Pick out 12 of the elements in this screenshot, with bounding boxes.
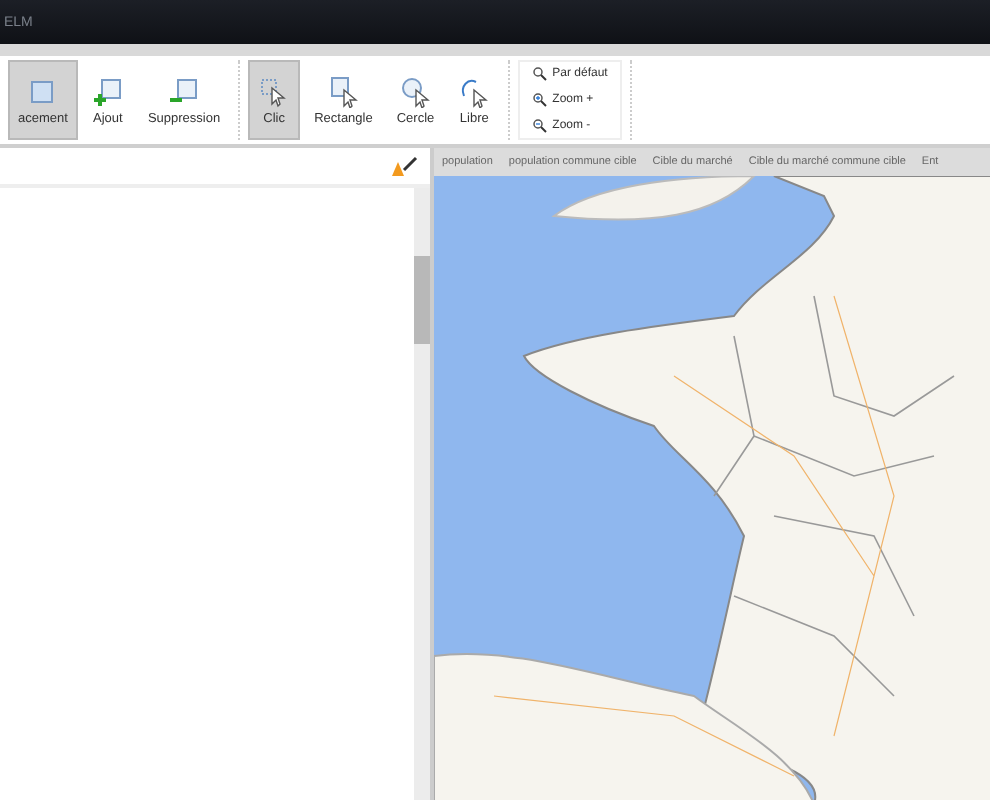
circle-select-icon	[399, 75, 432, 107]
cursor-icon	[258, 75, 291, 107]
lasso-select-icon	[458, 75, 491, 107]
scrollbar[interactable]	[414, 188, 430, 800]
add-square-icon	[91, 75, 124, 107]
remove-square-icon	[168, 75, 200, 107]
cone-brush-icon[interactable]	[390, 156, 418, 176]
rectangle-select-icon	[327, 75, 360, 107]
zoom-in-icon	[532, 91, 549, 108]
square-icon	[26, 75, 59, 107]
zoom-out-icon	[532, 117, 549, 134]
magnifier-icon	[532, 66, 549, 83]
